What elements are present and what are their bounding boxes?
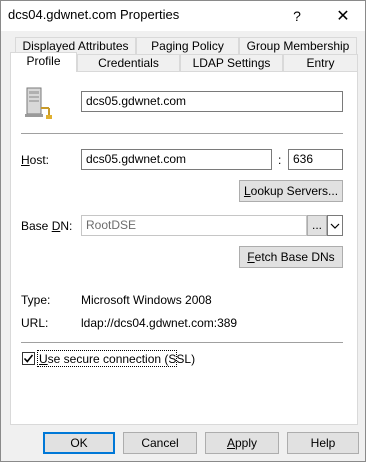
- host-label: Host:: [21, 153, 50, 167]
- ssl-label[interactable]: Use secure connection (SSL): [39, 352, 195, 366]
- server-icon: [21, 86, 53, 120]
- type-value: Microsoft Windows 2008: [81, 293, 212, 307]
- base-dn-field[interactable]: RootDSE: [81, 215, 307, 236]
- checkmark-icon: [23, 354, 34, 363]
- profile-name-field[interactable]: dcs05.gdwnet.com: [81, 91, 343, 112]
- tab-profile[interactable]: Profile: [10, 52, 77, 72]
- close-icon[interactable]: ✕: [321, 1, 365, 31]
- port-separator: :: [278, 153, 282, 167]
- host-field[interactable]: dcs05.gdwnet.com: [81, 149, 272, 170]
- help-button[interactable]: Help: [287, 432, 359, 454]
- apply-button[interactable]: Apply: [205, 432, 279, 454]
- title-bar: dcs04.gdwnet.com Properties ? ✕: [1, 1, 365, 31]
- browse-button[interactable]: ...: [307, 215, 327, 236]
- cancel-button[interactable]: Cancel: [123, 432, 197, 454]
- window-title: dcs04.gdwnet.com Properties: [8, 7, 180, 22]
- chevron-down-icon[interactable]: [327, 215, 343, 236]
- ok-button[interactable]: OK: [43, 432, 115, 454]
- url-label: URL:: [21, 316, 49, 330]
- help-icon[interactable]: ?: [275, 1, 319, 31]
- separator: [21, 342, 343, 343]
- properties-window: dcs04.gdwnet.com Properties ? ✕ Displaye…: [0, 0, 366, 462]
- url-value: ldap://dcs04.gdwnet.com:389: [81, 316, 238, 330]
- ssl-checkbox[interactable]: [22, 352, 35, 365]
- type-label: Type:: [21, 293, 51, 307]
- separator: [21, 133, 343, 134]
- fetch-base-dns-button[interactable]: Fetch Base DNs: [239, 246, 343, 268]
- port-field[interactable]: 636: [288, 149, 343, 170]
- base-dn-label: Base DN:: [21, 219, 73, 233]
- lookup-servers-button[interactable]: Lookup Servers...: [239, 180, 343, 202]
